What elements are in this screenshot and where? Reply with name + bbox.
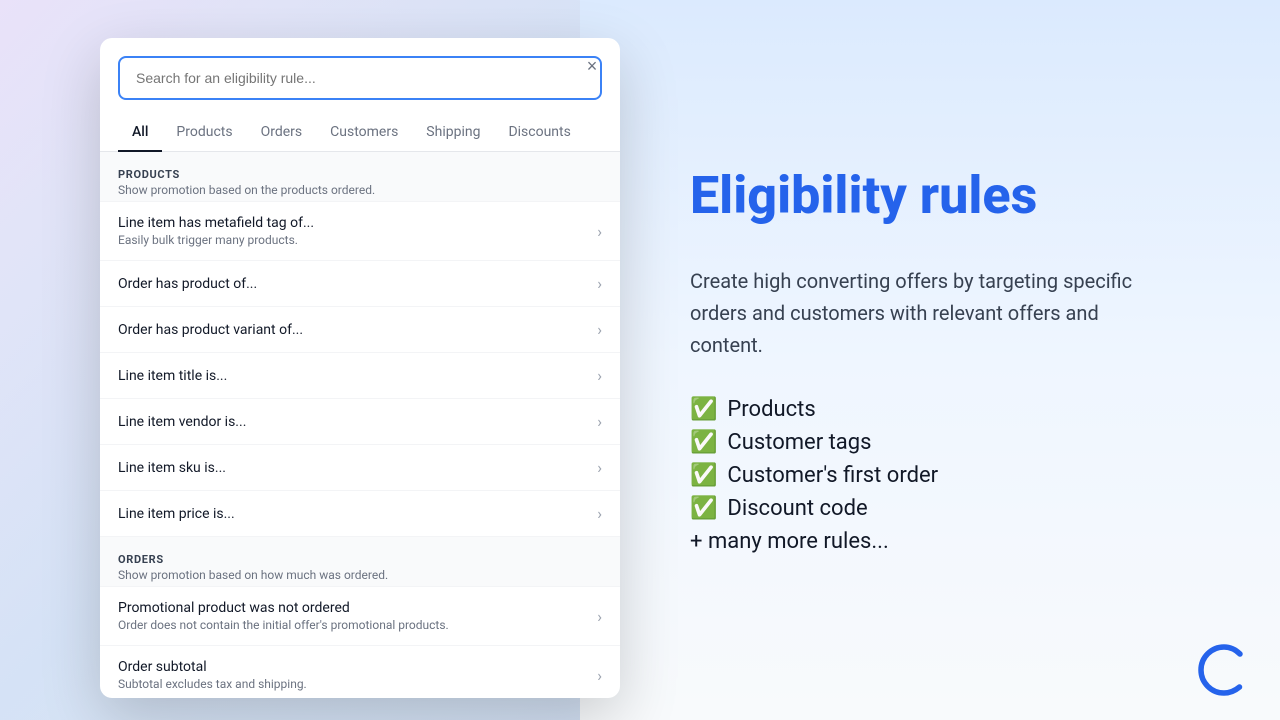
chevron-right-icon: › xyxy=(597,504,602,523)
feature-item-customer-tags: ✅ Customer tags xyxy=(690,430,1210,455)
list-item[interactable]: Order has product variant of... › xyxy=(100,307,620,353)
list-item[interactable]: Line item sku is... › xyxy=(100,445,620,491)
list-item-label: Order has product variant of... xyxy=(118,322,303,338)
brand-logo xyxy=(1198,644,1250,696)
list-item-label: Line item price is... xyxy=(118,506,235,522)
tab-orders[interactable]: Orders xyxy=(247,114,317,152)
list-item-label: Line item has metafield tag of... xyxy=(118,215,314,231)
list-item[interactable]: Order subtotal Subtotal excludes tax and… xyxy=(100,646,620,698)
tab-all[interactable]: All xyxy=(118,114,162,152)
tab-bar: All Products Orders Customers Shipping D… xyxy=(100,114,620,152)
list-item-sublabel: Easily bulk trigger many products. xyxy=(118,233,314,247)
orders-section-desc: Show promotion based on how much was ord… xyxy=(118,568,602,582)
list-item-content: Line item has metafield tag of... Easily… xyxy=(118,215,314,247)
list-item-content: Order has product of... xyxy=(118,276,257,292)
list-item[interactable]: Order has product of... › xyxy=(100,261,620,307)
tab-products[interactable]: Products xyxy=(162,114,246,152)
eligibility-title: Eligibility rules xyxy=(690,166,1210,226)
list-item-content: Line item title is... xyxy=(118,368,227,384)
feature-item-discount-code: ✅ Discount code xyxy=(690,496,1210,521)
products-section-desc: Show promotion based on the products ord… xyxy=(118,183,602,197)
title-word2: rules xyxy=(907,165,1038,226)
right-panel: Eligibility rules Create high converting… xyxy=(620,0,1280,720)
check-icon: ✅ xyxy=(690,397,717,422)
list-item-label: Order subtotal xyxy=(118,659,307,675)
chevron-right-icon: › xyxy=(597,666,602,685)
search-area: × xyxy=(100,38,620,100)
list-item-label: Line item vendor is... xyxy=(118,414,246,430)
feature-label: Products xyxy=(727,397,815,422)
products-section-header: PRODUCTS Show promotion based on the pro… xyxy=(100,152,620,202)
feature-label: Discount code xyxy=(727,496,867,521)
check-icon: ✅ xyxy=(690,463,717,488)
feature-item-products: ✅ Products xyxy=(690,397,1210,422)
list-item-content: Order subtotal Subtotal excludes tax and… xyxy=(118,659,307,691)
tab-discounts[interactable]: Discounts xyxy=(494,114,584,152)
list-item-content: Promotional product was not ordered Orde… xyxy=(118,600,449,632)
chevron-right-icon: › xyxy=(597,366,602,385)
check-icon: ✅ xyxy=(690,496,717,521)
feature-item-first-order: ✅ Customer's first order xyxy=(690,463,1210,488)
title-word1: Eligibility xyxy=(690,165,907,226)
list-item[interactable]: Line item title is... › xyxy=(100,353,620,399)
list-item[interactable]: Line item vendor is... › xyxy=(100,399,620,445)
close-icon: × xyxy=(587,56,598,77)
list-item-label: Line item sku is... xyxy=(118,460,226,476)
chevron-right-icon: › xyxy=(597,274,602,293)
chevron-right-icon: › xyxy=(597,320,602,339)
feature-label: Customer's first order xyxy=(727,463,938,488)
orders-section-header: ORDERS Show promotion based on how much … xyxy=(100,537,620,587)
close-button[interactable]: × xyxy=(578,52,606,80)
more-rules-text: + many more rules... xyxy=(690,529,1210,554)
list-item-sublabel: Order does not contain the initial offer… xyxy=(118,618,449,632)
list-item-sublabel: Subtotal excludes tax and shipping. xyxy=(118,677,307,691)
check-icon: ✅ xyxy=(690,430,717,455)
eligibility-description: Create high converting offers by targeti… xyxy=(690,265,1170,361)
list-item-content: Line item price is... xyxy=(118,506,235,522)
list-item-label: Order has product of... xyxy=(118,276,257,292)
list-item[interactable]: Line item price is... › xyxy=(100,491,620,537)
list-item-content: Line item vendor is... xyxy=(118,414,246,430)
chevron-right-icon: › xyxy=(597,607,602,626)
list-item[interactable]: Promotional product was not ordered Orde… xyxy=(100,587,620,646)
chevron-right-icon: › xyxy=(597,412,602,431)
search-input[interactable] xyxy=(118,56,602,100)
orders-section-title: ORDERS xyxy=(118,553,602,566)
list-item[interactable]: Line item has metafield tag of... Easily… xyxy=(100,202,620,261)
tab-shipping[interactable]: Shipping xyxy=(412,114,494,152)
list-item-label: Line item title is... xyxy=(118,368,227,384)
feature-label: Customer tags xyxy=(727,430,871,455)
feature-list: ✅ Products ✅ Customer tags ✅ Customer's … xyxy=(690,397,1210,521)
products-section-title: PRODUCTS xyxy=(118,168,602,181)
modal-content: PRODUCTS Show promotion based on the pro… xyxy=(100,152,620,698)
list-item-content: Line item sku is... xyxy=(118,460,226,476)
chevron-right-icon: › xyxy=(597,458,602,477)
list-item-content: Order has product variant of... xyxy=(118,322,303,338)
tab-customers[interactable]: Customers xyxy=(316,114,412,152)
list-item-label: Promotional product was not ordered xyxy=(118,600,449,616)
eligibility-modal: × All Products Orders Customers Shipping… xyxy=(100,38,620,698)
chevron-right-icon: › xyxy=(597,222,602,241)
